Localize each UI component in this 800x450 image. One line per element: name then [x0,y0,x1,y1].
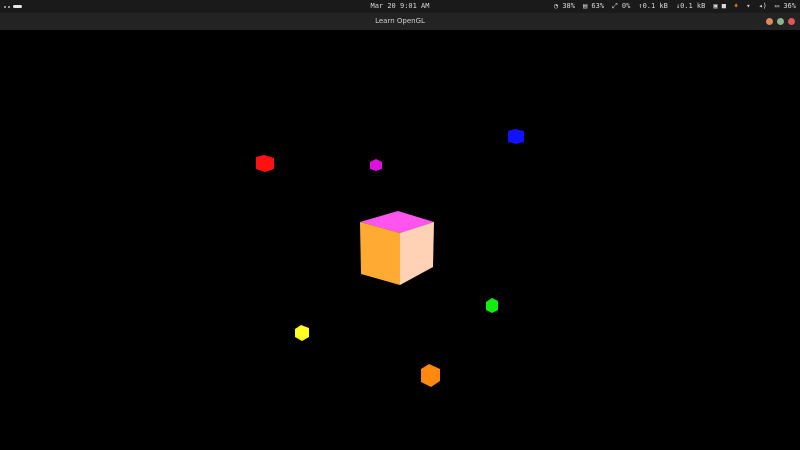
window-titlebar[interactable]: Learn OpenGL [0,13,800,30]
net-up-indicator[interactable]: ↑0.1 kB [638,0,668,13]
light-cube-blue [508,129,524,144]
maximize-button[interactable] [777,18,784,25]
net-up-value: 0.1 kB [642,2,668,10]
disk-indicator[interactable]: ⤢ 0% [612,0,630,13]
top-status-bar: Mar 20 9:01 AM ◔ 38% ▤ 63% ⤢ 0% ↑0.1 kB … [0,0,800,13]
light-cube-magenta [370,159,382,171]
center-cube-left-face [360,222,400,285]
workspace-dot[interactable] [4,5,6,8]
close-button[interactable] [788,18,795,25]
cpu-value: 38% [562,2,575,10]
status-indicators: ◔ 38% ▤ 63% ⤢ 0% ↑0.1 kB ↓0.1 kB ▣ ■ ♦ ▾… [554,0,796,13]
disk-value: 0% [621,2,631,10]
center-cube-right-face [400,222,434,285]
workspace-indicator[interactable] [4,0,22,13]
light-cube-green [486,298,498,313]
minimize-button[interactable] [766,18,773,25]
window-title: Learn OpenGL [375,17,425,25]
tray-status-icons[interactable]: ♦ [734,0,738,13]
scene-render [256,129,524,387]
light-cube-yellow [295,325,309,341]
memory-indicator[interactable]: ▤ 63% [583,0,604,13]
volume-icon[interactable]: ◂) [758,0,766,13]
net-down-indicator[interactable]: ↓0.1 kB [676,0,706,13]
light-cube-orange [421,364,440,387]
memory-value: 63% [591,2,605,10]
opengl-viewport[interactable] [0,30,800,450]
light-cube-red [256,155,274,172]
active-workspace-pill[interactable] [13,5,22,8]
battery-indicator[interactable]: ▭ 36% [775,0,796,13]
wifi-icon[interactable]: ▾ [746,0,750,13]
workspace-dot[interactable] [8,5,10,8]
center-cube [360,211,434,285]
tray-icons[interactable]: ▣ ■ [713,0,726,13]
clock[interactable]: Mar 20 9:01 AM [360,0,440,13]
cpu-indicator[interactable]: ◔ 38% [554,0,575,13]
battery-value: 36% [783,2,796,10]
net-down-value: 0.1 kB [680,2,706,10]
